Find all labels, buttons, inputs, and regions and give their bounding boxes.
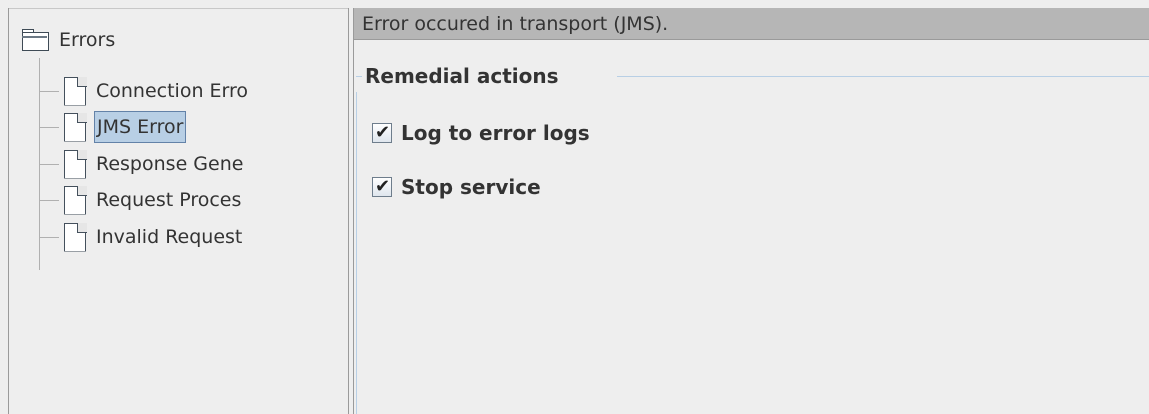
tree-item-label: Request Proces bbox=[96, 189, 242, 211]
tree-branch-line bbox=[39, 163, 59, 165]
tree-item-invalid-request[interactable]: Invalid Request bbox=[39, 219, 244, 255]
group-border bbox=[356, 76, 362, 77]
detail-header-bar: Error occured in transport (JMS). bbox=[354, 8, 1149, 40]
tree-root-label: Errors bbox=[59, 29, 116, 51]
tree-item-label-selected: JMS Error bbox=[94, 111, 187, 143]
tree-branch-line bbox=[39, 199, 59, 201]
tree-item-jms-error[interactable]: JMS Error bbox=[39, 109, 187, 145]
document-icon bbox=[64, 76, 87, 106]
document-icon bbox=[64, 185, 87, 215]
checkbox-box[interactable]: ✔ bbox=[372, 122, 392, 143]
checkmark-icon: ✔ bbox=[375, 122, 391, 143]
remedial-actions-title: Remedial actions bbox=[363, 64, 561, 88]
tree-item-label: Response Gene bbox=[96, 153, 244, 175]
checkbox-label[interactable]: Stop service bbox=[401, 175, 541, 199]
error-tree[interactable]: Errors Connection Erro JMS Error Respons… bbox=[9, 9, 348, 414]
document-icon bbox=[64, 222, 87, 252]
document-icon bbox=[64, 149, 87, 179]
checkbox-box[interactable]: ✔ bbox=[372, 176, 392, 197]
tree-branch-line bbox=[39, 90, 59, 92]
tree-item-connection-error[interactable]: Connection Erro bbox=[39, 73, 250, 109]
document-icon bbox=[64, 112, 87, 142]
folder-icon bbox=[21, 29, 49, 51]
group-border bbox=[356, 92, 357, 414]
tree-item-label: Connection Erro bbox=[96, 80, 249, 102]
tree-root-errors[interactable]: Errors bbox=[21, 26, 117, 54]
error-description: Error occured in transport (JMS). bbox=[362, 13, 669, 35]
tree-item-request-processing[interactable]: Request Proces bbox=[39, 182, 243, 218]
tree-item-label: Invalid Request bbox=[96, 226, 243, 248]
stop-service-checkbox[interactable]: ✔ Stop service bbox=[372, 172, 541, 202]
checkmark-icon: ✔ bbox=[375, 176, 391, 197]
checkbox-label[interactable]: Log to error logs bbox=[401, 121, 590, 145]
log-to-error-logs-checkbox[interactable]: ✔ Log to error logs bbox=[372, 118, 590, 148]
tree-item-response-generation[interactable]: Response Gene bbox=[39, 146, 245, 182]
split-pane-divider[interactable] bbox=[348, 8, 354, 414]
group-border bbox=[617, 76, 1149, 77]
tree-branch-line bbox=[39, 126, 59, 128]
tree-branch-line bbox=[39, 236, 59, 238]
